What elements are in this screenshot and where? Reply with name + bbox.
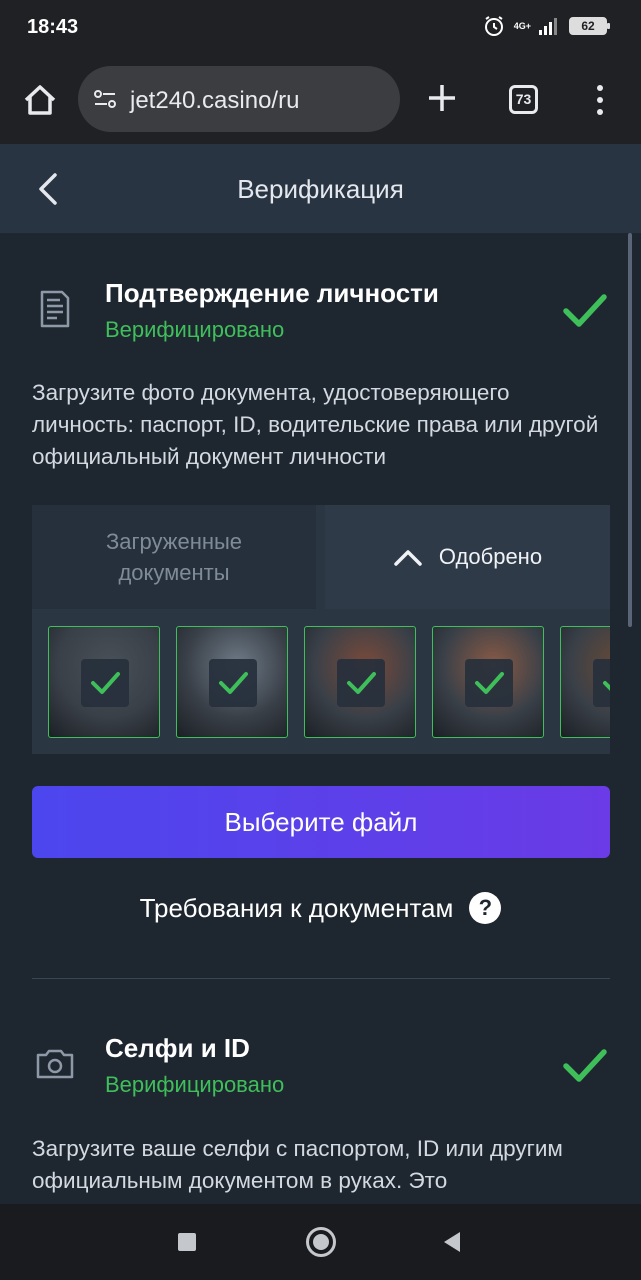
requirements-label[interactable]: Требования к документам xyxy=(140,893,454,924)
tab-uploaded-documents[interactable]: Загруженные документы xyxy=(32,505,316,609)
new-tab-icon[interactable] xyxy=(424,80,460,116)
document-thumbnail[interactable] xyxy=(48,626,160,738)
help-icon[interactable]: ? xyxy=(469,892,502,924)
back-nav-icon[interactable] xyxy=(442,1230,462,1254)
more-menu-icon[interactable] xyxy=(590,82,610,118)
battery-indicator: 62 xyxy=(569,17,610,35)
page-header: Верификация xyxy=(0,144,641,233)
approved-check-icon xyxy=(337,659,385,707)
choose-file-button[interactable]: Выберите файл xyxy=(32,786,610,858)
approved-check-icon xyxy=(465,659,513,707)
home-nav-icon[interactable] xyxy=(306,1227,336,1257)
document-thumbnails xyxy=(48,626,610,738)
address-bar[interactable]: jet240.casino/ru xyxy=(78,66,400,132)
site-settings-icon[interactable] xyxy=(92,86,118,112)
approved-check-icon xyxy=(209,659,257,707)
alarm-icon xyxy=(484,16,503,36)
selfie-title: Селфи и ID xyxy=(105,1033,250,1063)
document-icon xyxy=(40,290,70,328)
document-thumbnail[interactable] xyxy=(304,626,416,738)
identity-status: Верифицировано xyxy=(105,317,285,342)
chevron-up-icon xyxy=(394,550,422,566)
home-icon[interactable] xyxy=(20,80,60,120)
selfie-verified-check-icon xyxy=(563,1049,607,1082)
identity-description: Загрузите фото документа, удостоверяющег… xyxy=(32,380,599,469)
approved-check-icon xyxy=(593,659,610,707)
document-thumbnail[interactable] xyxy=(560,626,610,738)
requirements-link[interactable]: Требования к документам ? xyxy=(0,892,641,924)
system-nav-bar xyxy=(0,1204,641,1280)
section-divider xyxy=(32,978,610,979)
status-bar: 18:43 4G+ 62 xyxy=(0,0,641,56)
recents-icon[interactable] xyxy=(178,1233,196,1251)
scrollbar[interactable] xyxy=(628,233,632,627)
tab-uploaded-label: Загруженные документы xyxy=(105,529,243,585)
identity-title: Подтверждение личности xyxy=(105,278,439,308)
selfie-description: Загрузите ваше селфи с паспортом, ID или… xyxy=(32,1136,563,1193)
document-thumbnail[interactable] xyxy=(176,626,288,738)
camera-icon xyxy=(36,1049,74,1079)
verified-check-icon xyxy=(563,294,607,327)
tab-switcher-button[interactable]: 73 xyxy=(509,85,538,114)
url-text[interactable]: jet240.casino/ru xyxy=(130,87,299,115)
status-time: 18:43 xyxy=(27,16,79,38)
tab-approved-label: Одобрено xyxy=(438,544,543,569)
tab-approved[interactable]: Одобрено xyxy=(325,505,610,609)
browser-toolbar: jet240.casino/ru 73 xyxy=(0,56,641,144)
signal-icon xyxy=(539,18,557,35)
status-icons: 4G+ 62 xyxy=(482,14,610,38)
documents-panel: Загруженные документы Одобрено xyxy=(32,505,610,754)
verification-page: Верификация Подтверждение личности Вериф… xyxy=(0,144,641,1204)
network-type: 4G+ xyxy=(513,21,531,31)
approved-check-icon xyxy=(81,659,129,707)
selfie-status: Верифицировано xyxy=(105,1072,285,1097)
page-title: Верификация xyxy=(237,174,404,204)
document-thumbnail[interactable] xyxy=(432,626,544,738)
